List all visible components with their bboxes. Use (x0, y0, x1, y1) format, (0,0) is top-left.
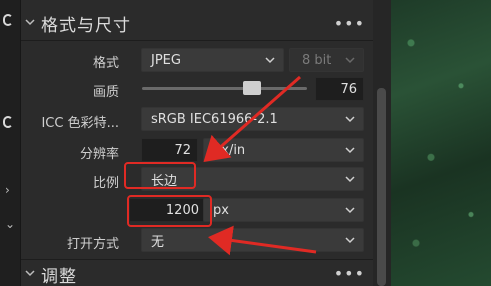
format-label: 格式 (92, 56, 119, 71)
left-toolbar-strip: › ⌄ (0, 0, 21, 286)
scale-label: 比例 (92, 176, 119, 191)
resolution-field[interactable]: 72 (141, 138, 198, 162)
chevron-down-icon (345, 176, 355, 183)
quality-value-field[interactable]: 76 (315, 77, 364, 101)
chevron-down-icon (345, 237, 355, 244)
scrollbar-thumb[interactable] (377, 88, 386, 286)
chevron-down-icon (345, 116, 355, 123)
quality-slider-track[interactable] (142, 87, 307, 90)
section-title: 格式与尺寸 (41, 15, 131, 36)
open-with-value: 无 (151, 234, 165, 250)
quality-slider-thumb[interactable] (243, 81, 261, 95)
icc-profile-dropdown[interactable]: sRGB IEC61966-2.1 (141, 107, 364, 131)
more-options-icon[interactable]: ••• (334, 264, 365, 283)
divider (21, 259, 373, 260)
resolution-label: 分辨率 (79, 147, 119, 162)
bit-depth-value: 8 bit (302, 52, 332, 68)
size-field[interactable]: 1200 (129, 198, 206, 222)
open-with-label: 打开方式 (66, 237, 119, 252)
format-dropdown[interactable]: JPEG (141, 48, 284, 72)
divider (21, 40, 373, 41)
section-header-format[interactable]: 格式与尺寸 ••• (21, 8, 373, 38)
toggle-icon[interactable] (3, 116, 13, 128)
format-value: JPEG (151, 52, 181, 68)
chevron-down-icon (345, 147, 355, 154)
section-header-adjust[interactable]: 调整 ••• (21, 261, 373, 286)
chevron-down-icon (345, 207, 355, 214)
chevron-down-icon (265, 57, 275, 64)
export-settings-panel: 格式与尺寸 ••• 格式 JPEG 8 bit 画质 76 ICC 色彩特...… (21, 0, 373, 286)
open-with-dropdown[interactable]: 无 (141, 228, 364, 252)
quality-label: 画质 (92, 85, 119, 100)
scale-value: 长边 (151, 173, 178, 189)
photo-preview (391, 0, 491, 286)
scale-dropdown[interactable]: 长边 (141, 167, 364, 191)
section-title: 调整 (41, 266, 77, 286)
chevron-down-icon (345, 57, 355, 64)
icc-profile-label: ICC 色彩特... (41, 116, 119, 131)
icc-profile-value: sRGB IEC61966-2.1 (151, 111, 278, 127)
more-options-icon[interactable]: ••• (334, 14, 365, 33)
panel-scrollbar[interactable] (373, 0, 391, 286)
resolution-unit-value: px/in (213, 142, 246, 158)
size-unit-dropdown[interactable]: px (203, 198, 364, 222)
resolution-unit-dropdown[interactable]: px/in (203, 138, 364, 162)
size-unit-value: px (213, 202, 229, 218)
chevron-right-icon[interactable]: › (5, 183, 10, 197)
bit-depth-dropdown: 8 bit (289, 48, 364, 72)
chevron-down-icon[interactable] (23, 267, 37, 282)
chevron-down-icon[interactable]: ⌄ (5, 217, 15, 231)
toggle-icon[interactable] (3, 14, 13, 26)
chevron-down-icon[interactable] (23, 16, 37, 31)
